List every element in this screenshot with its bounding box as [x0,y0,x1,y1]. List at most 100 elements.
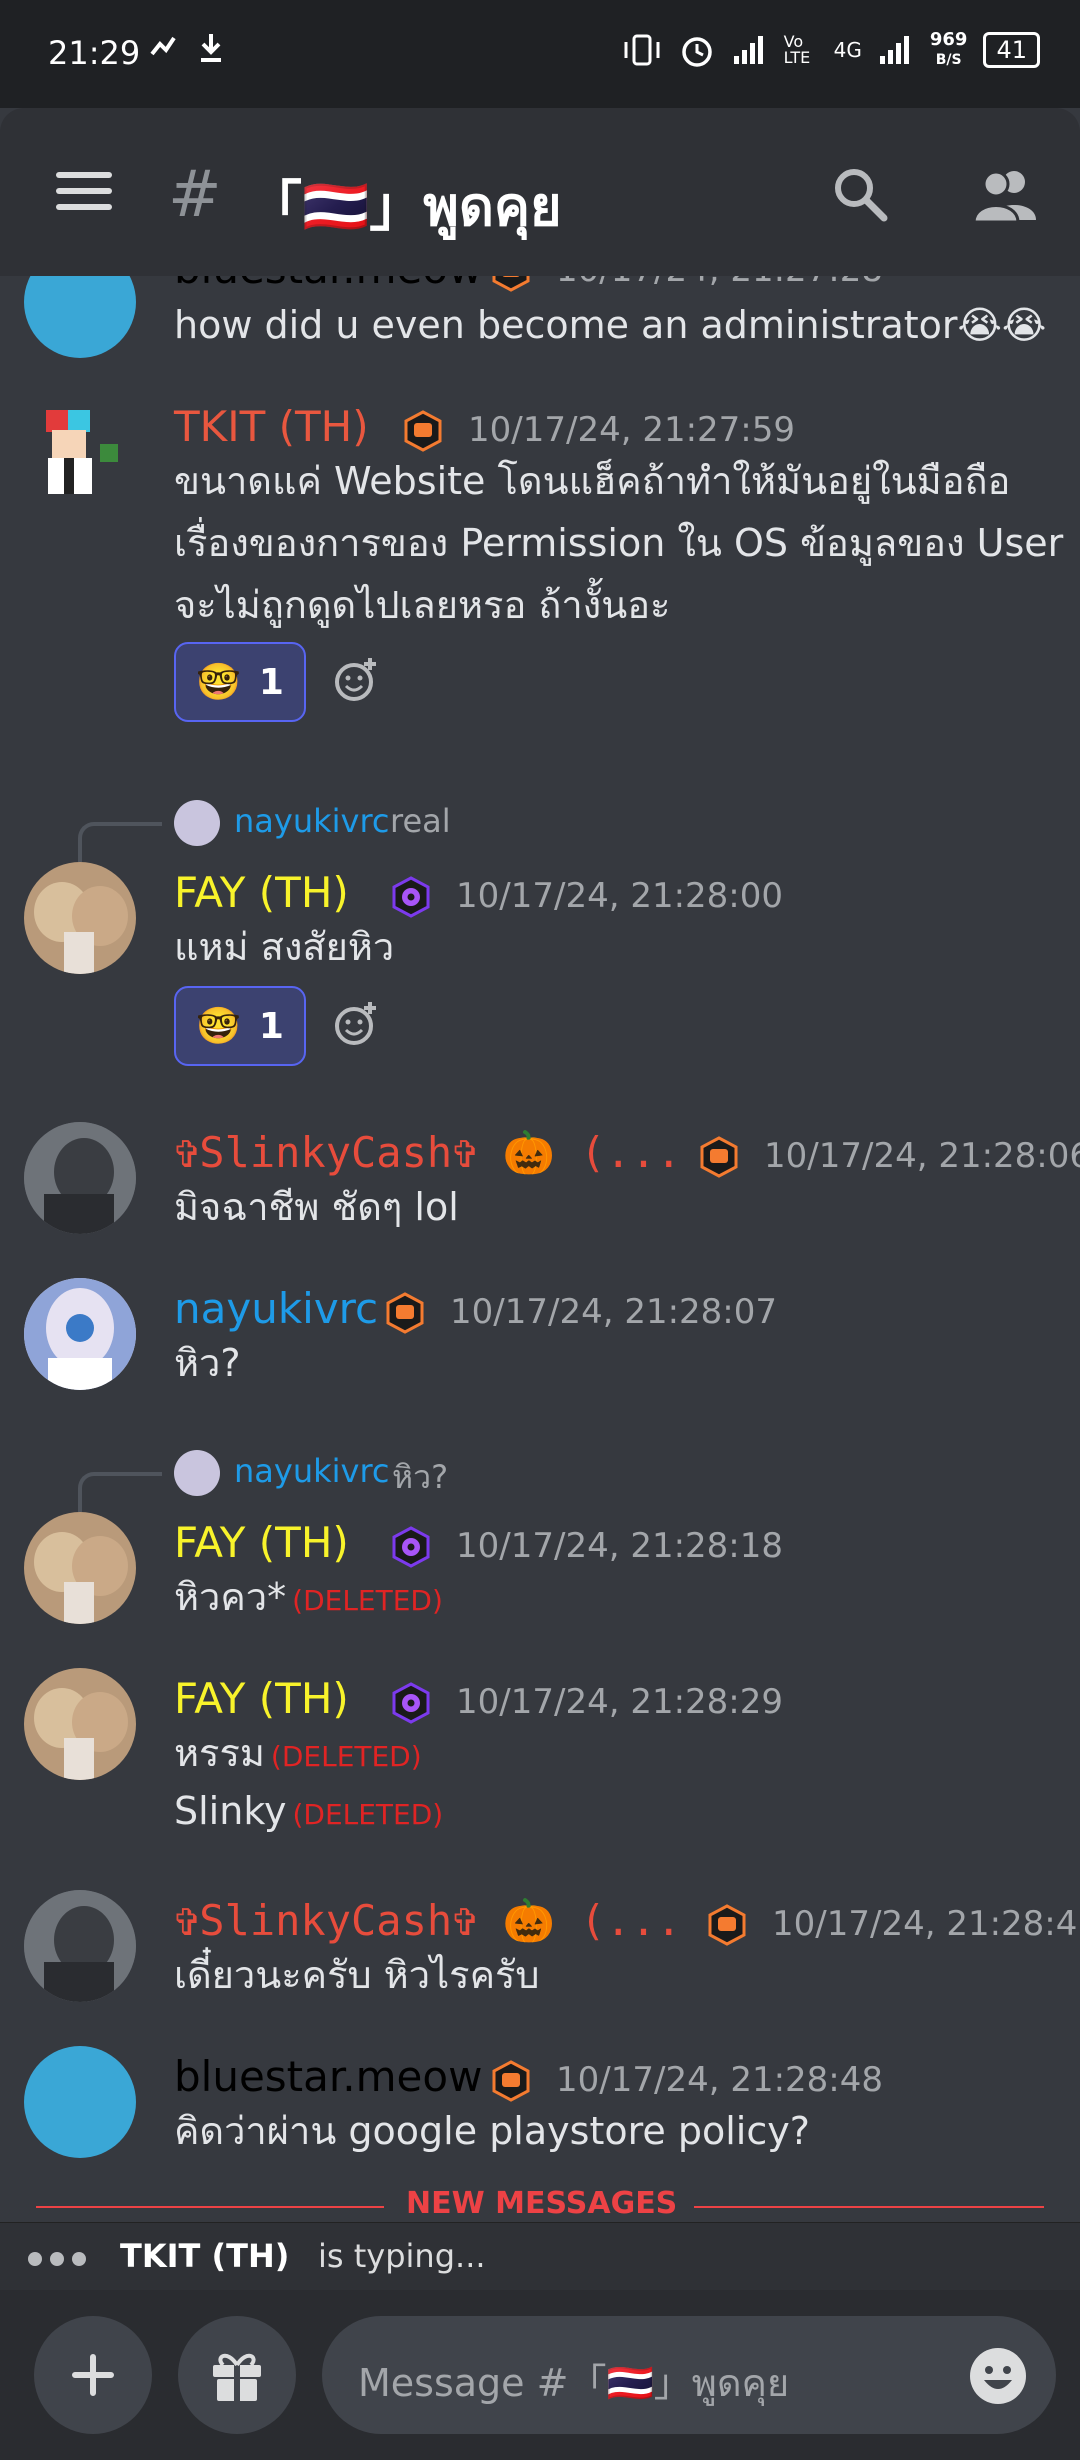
members-icon[interactable] [972,164,1038,224]
channel-hash-icon: # [168,158,222,232]
timestamp: 10/17/24, 21:27:59 [468,410,796,450]
message-text: หิว? [174,1341,241,1385]
status-time: 21:29 [48,34,141,72]
username[interactable]: FAY (TH) [174,1674,349,1723]
typing-user: TKIT (TH) [120,2237,290,2275]
username[interactable]: nayukivrc [174,1284,378,1333]
message-item: bluestar.meow 10/17/24, 21:27:28 how did… [0,276,1080,396]
reply-preview[interactable]: nayukivrc หิว? [0,1442,1080,1512]
message-feed[interactable]: bluestar.meow 10/17/24, 21:27:28 how did… [0,276,1080,2216]
avatar[interactable] [24,396,136,508]
channel-name[interactable]: 「🇹🇭」พูดคุย [248,162,562,249]
channel-header: # 「🇹🇭」พูดคุย [0,108,1080,276]
username[interactable]: FAY (TH) [174,868,349,917]
download-icon [196,30,226,72]
deleted-label: (DELETED) [292,1798,444,1831]
message-item: nayukivrc 10/17/24, 21:28:07 หิว? [0,1278,1080,1418]
mod-badge-icon [404,410,442,452]
timestamp: 10/17/24, 21:28:07 [450,1292,778,1332]
message-item: ✞SlinkyCash✞ 🎃 (... 10/17/24, 21:28:06 ม… [0,1122,1080,1262]
reaction-chip[interactable]: 🤓 1 [174,642,306,722]
menu-icon[interactable] [56,172,112,220]
activity-icon [146,30,180,72]
message-body: หิวคว* [174,1575,287,1619]
username[interactable]: ✞SlinkyCash✞ 🎃 (... [174,1896,681,1946]
reply-text: หิว? [392,1458,449,1496]
timestamp: 10/17/24, 21:28:41 [772,1904,1080,1944]
timestamp: 10/17/24, 21:28:29 [456,1682,784,1722]
avatar[interactable] [24,1890,136,2002]
gear-badge-icon [392,876,430,918]
avatar[interactable] [24,2046,136,2158]
message-item: bluestar.meow 10/17/24, 21:28:48 คิดว่าผ… [0,2046,1080,2186]
reply-avatar [174,800,220,846]
search-icon[interactable] [830,164,890,224]
mod-badge-icon [386,1292,424,1334]
message-text: มิจฉาชีพ ชัดๆ lol [174,1185,459,1229]
composer-bar: Message #「🇹🇭」พูดคุย [0,2290,1080,2460]
message-body: Slinky [174,1789,287,1833]
avatar[interactable] [24,1668,136,1780]
timestamp: 10/17/24, 21:28:48 [556,2060,884,2100]
gear-badge-icon [392,1526,430,1568]
message-item: ✞SlinkyCash✞ 🎃 (... 10/17/24, 21:28:41 เ… [0,1890,1080,2030]
new-messages-label: NEW MESSAGES [406,2186,678,2216]
message-text: เรื่องของการของ Permission ใน OS ข้อมูลข… [174,521,1064,565]
net-speed: 969 B/S [930,30,968,70]
add-reaction-icon[interactable] [332,656,380,704]
gift-icon [213,2353,261,2401]
avatar[interactable] [24,1122,136,1234]
username[interactable]: FAY (TH) [174,1518,349,1567]
reply-connector [78,822,162,862]
reaction-emoji: 🤓 [196,662,241,703]
message-input[interactable]: Message #「🇹🇭」พูดคุย [322,2316,1056,2434]
timestamp: 10/17/24, 21:28:18 [456,1526,784,1566]
message-text: คิดว่าผ่าน google playstore policy? [174,2109,810,2153]
username[interactable]: TKIT (TH) [174,402,369,451]
username[interactable]: ✞SlinkyCash✞ 🎃 (... [174,1128,681,1178]
reaction-emoji: 🤓 [196,1006,241,1047]
avatar[interactable] [24,862,136,974]
reply-username: nayukivrc [234,802,390,840]
add-reaction-icon[interactable] [332,1000,380,1048]
timestamp: 10/17/24, 21:28:06 [764,1136,1080,1176]
reply-username: nayukivrc [234,1452,390,1490]
message-input-placeholder: Message #「🇹🇭」พูดคุย [358,2361,790,2405]
emoji-icon[interactable] [968,2346,1028,2406]
reaction-count: 1 [258,661,284,703]
avatar[interactable] [24,276,136,358]
message-text: หรรม (DELETED) [174,1722,422,1788]
alarm-icon [681,37,712,67]
username[interactable]: bluestar.meow [174,276,482,293]
battery-indicator: 41 [983,32,1040,68]
gift-button[interactable] [178,2316,296,2434]
avatar[interactable] [24,1278,136,1390]
speed-unit: B/S [935,52,962,68]
mod-badge-icon [492,276,530,292]
volte-label: Vo LTE [783,32,811,67]
speed-value: 969 [929,29,968,50]
vibrate-icon [624,34,660,66]
avatar[interactable] [24,1512,136,1624]
message-text: จะไม่ถูกดูดไปเลยหรอ ถ้างั้นอะ [174,583,671,627]
reaction-count: 1 [258,1005,284,1047]
username[interactable]: bluestar.meow [174,2052,482,2101]
network-type: 4G [833,38,862,62]
message-item: FAY (TH) 10/17/24, 21:28:18 หิวคว* (DELET… [0,1512,1080,1652]
deleted-label: (DELETED) [270,1740,422,1773]
message-item: FAY (TH) 10/17/24, 21:28:29 หรรม (DELETED… [0,1668,1080,1858]
reply-preview[interactable]: nayukivrc real [0,792,1080,862]
timestamp: 10/17/24, 21:27:28 [556,276,883,290]
new-messages-divider: NEW MESSAGES [0,2186,1080,2216]
message-text: how did u even become an administrator😭😭 [174,303,1047,347]
reply-avatar [174,1450,220,1496]
plus-icon [72,2354,114,2396]
message-text: แหม่ สงสัยหิว [174,925,395,969]
status-bar: 21:29 Vo LTE 4G 969 B/S 41 [0,0,1080,108]
message-text: เดี๋ยวนะครับ หิวไรครับ [174,1953,540,1997]
reaction-chip[interactable]: 🤓 1 [174,986,306,1066]
divider-line-left [36,2206,384,2208]
plus-button[interactable] [34,2316,152,2434]
message-body: หรรม [174,1731,265,1775]
message-text: หิวคว* (DELETED) [174,1566,443,1632]
